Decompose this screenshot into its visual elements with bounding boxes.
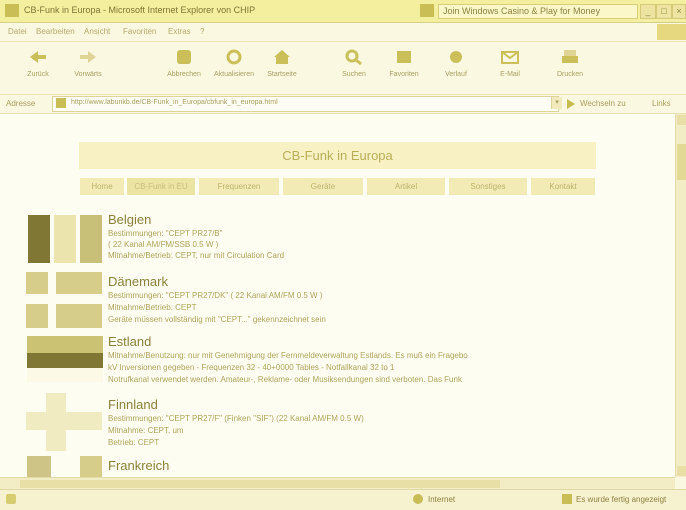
scroll-up-button[interactable] [677, 115, 686, 125]
maximize-button[interactable]: □ [656, 4, 672, 19]
country-daenemark: Dänemark [108, 274, 168, 289]
favorites-button[interactable]: Favoriten [380, 48, 428, 90]
info-line: Mitnahme: CEPT, um [108, 426, 184, 435]
scroll-down-button[interactable] [677, 466, 686, 476]
refresh-icon [226, 49, 242, 65]
print-button[interactable]: Drucken [546, 48, 594, 90]
favorites-icon [397, 51, 411, 63]
favorites-label: Favoriten [389, 71, 419, 78]
taskbar-item[interactable]: Join Windows Casino & Play for Money [438, 4, 638, 19]
globe-icon [413, 494, 423, 504]
window-title: CB-Funk in Europa - Microsoft Internet E… [24, 5, 256, 15]
home-icon [274, 50, 290, 64]
flag-denmark-q1 [26, 272, 48, 294]
flag-estonia-white [27, 368, 103, 382]
mail-button[interactable]: E-Mail [486, 48, 534, 90]
flag-denmark-q3 [26, 304, 48, 328]
windows-logo-icon [657, 24, 686, 40]
home-button[interactable]: Startseite [258, 48, 306, 90]
info-line: Bestimmungen: "CEPT PR27/F" (Finken "SIF… [108, 414, 364, 423]
nav-tab-cb-funk-in-eu[interactable]: CB-Funk in EU [127, 178, 195, 195]
nav-tab-geraete[interactable]: Geräte [283, 178, 363, 195]
nav-tab-frequenzen[interactable]: Frequenzen [199, 178, 279, 195]
search-icon [345, 49, 362, 66]
info-line: ( 22 Kanal AM/FM/SSB 0.5 W ) [108, 240, 219, 249]
stop-button[interactable]: Abbrechen [160, 48, 208, 90]
go-button[interactable]: Wechseln zu [580, 99, 626, 108]
flag-estonia-black [27, 353, 103, 368]
forward-label: Vorwärts [74, 71, 102, 78]
hscroll-thumb[interactable] [20, 480, 500, 488]
status-text: Es wurde fertig angezeigt [576, 495, 667, 504]
info-line: Mitnahme/Betrieb: CEPT, nur mit Circulat… [108, 251, 285, 260]
back-button[interactable]: Zurück [14, 48, 62, 90]
menu-file[interactable]: Datei [8, 27, 27, 36]
country-finnland: Finnland [108, 397, 158, 412]
nav-tab-kontakt[interactable]: Kontakt [531, 178, 595, 195]
info-line: Mitnahme/Betrieb: CEPT [108, 303, 197, 312]
flag-belgium-red [80, 215, 102, 263]
mail-icon [501, 51, 519, 64]
flag-belgium-black [28, 215, 50, 263]
taskbar-app-icon [420, 4, 434, 17]
flag-finland-horizontal [26, 412, 102, 430]
info-line: Bestimmungen: "CEPT PR27/DK" ( 22 Kanal … [108, 291, 323, 300]
nav-tab-artikel[interactable]: Artikel [367, 178, 445, 195]
back-label: Zurück [27, 71, 49, 78]
refresh-label: Aktualisieren [213, 71, 255, 78]
info-line: Mitnahme/Benutzung: nur mit Genehmigung … [108, 351, 468, 360]
scroll-thumb[interactable] [677, 144, 686, 180]
flag-france-red [80, 456, 102, 477]
country-frankreich: Frankreich [108, 458, 170, 473]
menu-favorites[interactable]: Favoriten [123, 27, 156, 36]
site-title: CB-Funk in Europa [282, 148, 393, 163]
info-line: Geräte müssen vollständig mit "CEPT..." … [108, 315, 326, 324]
history-button[interactable]: Verlauf [432, 48, 480, 90]
info-line: Betrieb: CEPT [108, 438, 160, 447]
info-line: Notrufkanal verwendet werden. Amateur-, … [108, 375, 462, 384]
address-label: Adresse [6, 99, 36, 108]
back-icon [30, 51, 46, 63]
flag-denmark-q4 [56, 304, 102, 328]
address-dropdown-button[interactable]: ▾ [551, 97, 562, 109]
menu-tools[interactable]: Extras [168, 27, 191, 36]
info-line: kV Inversionen gegeben - Frequenzen 32 -… [108, 363, 395, 372]
address-value[interactable]: http://www.labunkb.de/CB-Funk_in_Europa/… [71, 99, 278, 106]
page-status-icon [6, 494, 16, 504]
forward-icon [80, 51, 96, 63]
security-zone: Internet [428, 495, 456, 504]
flag-estonia-blue [27, 336, 103, 353]
stop-label: Abbrechen [167, 71, 201, 78]
country-estland: Estland [108, 334, 152, 349]
refresh-button[interactable]: Aktualisieren [210, 48, 258, 90]
search-button[interactable]: Suchen [330, 48, 378, 90]
print-icon [562, 50, 578, 63]
flag-belgium-yellow [54, 215, 76, 263]
search-label: Suchen [342, 71, 366, 78]
menu-edit[interactable]: Bearbeiten [36, 27, 75, 36]
stop-icon [177, 50, 191, 64]
flag-france-blue [27, 456, 51, 477]
mail-label: E-Mail [500, 71, 520, 78]
history-label: Verlauf [445, 71, 467, 78]
info-line: Bestimmungen: "CEPT PR27/B" [108, 229, 223, 238]
home-label: Startseite [267, 71, 297, 78]
vertical-scrollbar[interactable] [675, 114, 686, 477]
flag-denmark-q2 [56, 272, 102, 294]
page-icon [56, 98, 66, 108]
minimize-button[interactable]: _ [640, 4, 656, 19]
go-icon[interactable] [567, 99, 575, 109]
computer-icon [562, 494, 572, 504]
forward-button[interactable]: Vorwärts [64, 48, 112, 90]
country-belgien: Belgien [108, 212, 152, 227]
nav-tab-home[interactable]: Home [80, 178, 124, 195]
history-icon [450, 51, 462, 63]
links-button[interactable]: Links [652, 99, 671, 108]
print-label: Drucken [556, 71, 584, 78]
close-button[interactable]: × [672, 4, 686, 19]
menu-view[interactable]: Ansicht [84, 27, 110, 36]
menu-help[interactable]: ? [200, 27, 204, 36]
ie-icon [5, 4, 19, 17]
nav-tab-sonstiges[interactable]: Sonstiges [449, 178, 527, 195]
